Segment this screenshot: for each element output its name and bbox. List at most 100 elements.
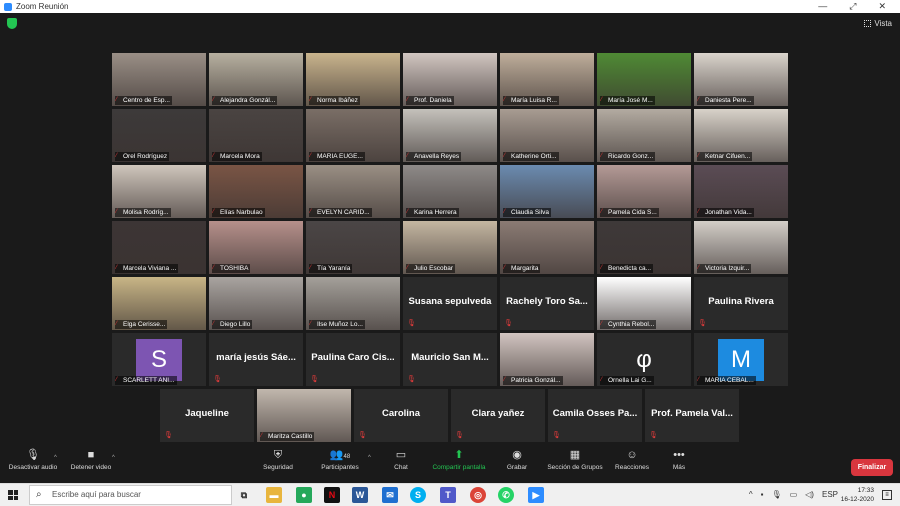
record-button[interactable]: ◉ Grabar [502,449,532,471]
breakout-rooms-button[interactable]: ▦ Sección de Grupos [544,449,606,471]
participant-tile[interactable]: Rachely Toro Sa... 🎙 [500,277,594,330]
taskbar-search-input[interactable]: ⌕ Escribe aquí para buscar [29,485,232,505]
whatsapp-icon[interactable]: ✆ [498,487,514,503]
participant-tile[interactable]: ⁄ Jonathan Vida... [694,165,788,218]
participant-tile[interactable]: ⁄ Marcela Mora [209,109,303,162]
participant-tile[interactable]: ⁄ Daniesta Pere... [694,53,788,106]
video-options-caret[interactable]: ^ [112,455,115,461]
spotify-like-app-icon[interactable]: ● [296,487,312,503]
muted-mic-icon: 🎙 [504,320,513,327]
participant-tile[interactable]: ⁄ Centro de Esp... [112,53,206,106]
participant-tile[interactable]: φ ⁄ Ornella Lai G... [597,333,691,386]
participant-tile[interactable]: ⁄ Karina Herrera [403,165,497,218]
netflix-icon[interactable]: N [324,487,340,503]
audio-options-caret[interactable]: ^ [54,455,57,461]
participant-tile[interactable]: ⁄ Orel Rodríguez [112,109,206,162]
participant-tile[interactable]: ⁄ Diego Lillo [209,277,303,330]
mute-label: Desactivar audio [8,464,58,471]
participant-tile[interactable]: ⁄ TOSHIBA [209,221,303,274]
more-button[interactable]: ••• Más [664,449,694,471]
maximize-icon[interactable]: ⤢ [849,1,856,12]
mute-button[interactable]: 🎙 Desactivar audio [6,449,60,471]
participant-tile[interactable]: ⁄ Patricia Gonzál... [500,333,594,386]
minimize-icon[interactable]: — [818,1,827,12]
chrome-icon[interactable]: ◎ [470,487,486,503]
participant-tile[interactable]: M ⁄ MARIA CEBAL... [694,333,788,386]
participant-tile[interactable]: Clara yañez 🎙 [451,389,545,442]
meeting-toolbar: 🎙 Desactivar audio ^ ■ Detener video ^ ⛨… [0,445,900,483]
participant-tile[interactable]: ⁄ Anavella Reyes [403,109,497,162]
chevron-up-icon[interactable]: ^ [749,490,753,499]
share-screen-button[interactable]: ⬆ Compartir pantalla [428,449,490,471]
participant-tile[interactable]: ⁄ MARIA EUGE... [306,109,400,162]
notification-icon[interactable]: ≡ [882,490,892,500]
participant-name: Marcela Mora [220,153,260,160]
breakout-label: Sección de Grupos [547,464,603,471]
security-button[interactable]: ⛨ Seguridad [258,449,298,471]
muted-mic-icon: ⁄ [504,97,506,103]
participant-name: Paulina Caro Cis... [311,352,395,363]
participant-tile[interactable]: ⁄ Tía Yaranía [306,221,400,274]
participants-caret[interactable]: ^ [368,455,371,461]
teams-icon[interactable]: T [440,487,456,503]
participant-tile[interactable]: ⁄ Ricardo Gonz... [597,109,691,162]
encryption-shield-icon[interactable] [7,18,17,29]
participant-tile[interactable]: ⁄ Victoria Izquir... [694,221,788,274]
participant-tile[interactable]: ⁄ Katherine Orti... [500,109,594,162]
participant-tile[interactable]: Mauricio San M... 🎙 [403,333,497,386]
word-icon[interactable]: W [352,487,368,503]
participant-tile[interactable]: Prof. Pamela Val... 🎙 [645,389,739,442]
task-view-icon[interactable]: ⧉ [236,487,252,503]
participants-button[interactable]: 👥48 Participantes [316,449,364,471]
view-button[interactable]: Vista [864,19,892,28]
participant-tile[interactable]: Camila Osses Pa... 🎙 [548,389,642,442]
participant-tile[interactable]: ⁄ Marcela Viviana ... [112,221,206,274]
volume-icon[interactable]: ◁) [805,490,814,499]
clock[interactable]: 17:33 16-12-2020 [841,486,874,504]
participant-tile[interactable]: Paulina Caro Cis... 🎙 [306,333,400,386]
participant-tile[interactable]: ⁄ Prof. Daniela [403,53,497,106]
file-explorer-icon[interactable]: ▬ [266,487,282,503]
reactions-button[interactable]: ☺ Reacciones [612,449,652,471]
participant-tile[interactable]: ⁄ Julio Escobar [403,221,497,274]
mail-icon[interactable]: ✉ [382,487,398,503]
microphone-tray-icon[interactable]: 🎙 [771,490,781,499]
participant-tile[interactable]: ⁄ Claudia Silva [500,165,594,218]
tray-app-icon[interactable]: ▪ [761,490,764,499]
skype-icon[interactable]: S [410,487,426,503]
avatar: φ [621,339,667,381]
participant-tile[interactable]: ⁄ Alejandra Gonzál... [209,53,303,106]
participant-tile[interactable]: ⁄ Molisa Rodríg... [112,165,206,218]
muted-mic-icon: ⁄ [698,377,700,383]
participant-tile[interactable]: ⁄ Ilse Muñoz Lo... [306,277,400,330]
participant-tile[interactable]: ⁄ Elga Cerisse... [112,277,206,330]
language-indicator[interactable]: ESP [822,490,838,499]
participant-tile[interactable]: Susana sepulveda 🎙 [403,277,497,330]
participant-tile[interactable]: ⁄ EVELYN CARID... [306,165,400,218]
participant-name: Susana sepulveda [408,296,492,307]
participant-tile[interactable]: Jaqueline 🎙 [160,389,254,442]
participant-tile[interactable]: ⁄ Maritza Castillo [257,389,351,442]
participant-tile[interactable]: ⁄ Margarita [500,221,594,274]
participant-tile[interactable]: ⁄ Norma Ibáñez [306,53,400,106]
participant-tile[interactable]: S ⁄ SCARLETT ANI... [112,333,206,386]
participant-tile[interactable]: Carolina 🎙 [354,389,448,442]
close-icon[interactable]: ✕ [878,1,886,12]
participant-tile[interactable]: ⁄ Benedicta ca... [597,221,691,274]
participant-tile[interactable]: ⁄ Ketnar Cifuen... [694,109,788,162]
network-icon[interactable]: ▭ [790,490,798,499]
end-meeting-button[interactable]: Finalizar [851,459,893,476]
stop-video-button[interactable]: ■ Detener video [66,449,116,471]
participant-tile[interactable]: maría jesús Sáe... 🎙 [209,333,303,386]
participant-tile[interactable]: ⁄ Elías Narbulao [209,165,303,218]
participant-name-label: ⁄ TOSHIBA [212,264,251,273]
windows-start-icon[interactable] [8,490,18,500]
participant-tile[interactable]: ⁄ Pamela Cida S... [597,165,691,218]
zoom-taskbar-icon[interactable]: ▶ [528,487,544,503]
participant-name-label: ⁄ Prof. Daniela [406,96,454,105]
participant-tile[interactable]: Paulina Rivera 🎙 [694,277,788,330]
participant-tile[interactable]: ⁄ María Luisa R... [500,53,594,106]
chat-button[interactable]: ▭ Chat [386,449,416,471]
participant-tile[interactable]: ⁄ María José M... [597,53,691,106]
participant-tile[interactable]: ⁄ Cynthia Rebol... [597,277,691,330]
